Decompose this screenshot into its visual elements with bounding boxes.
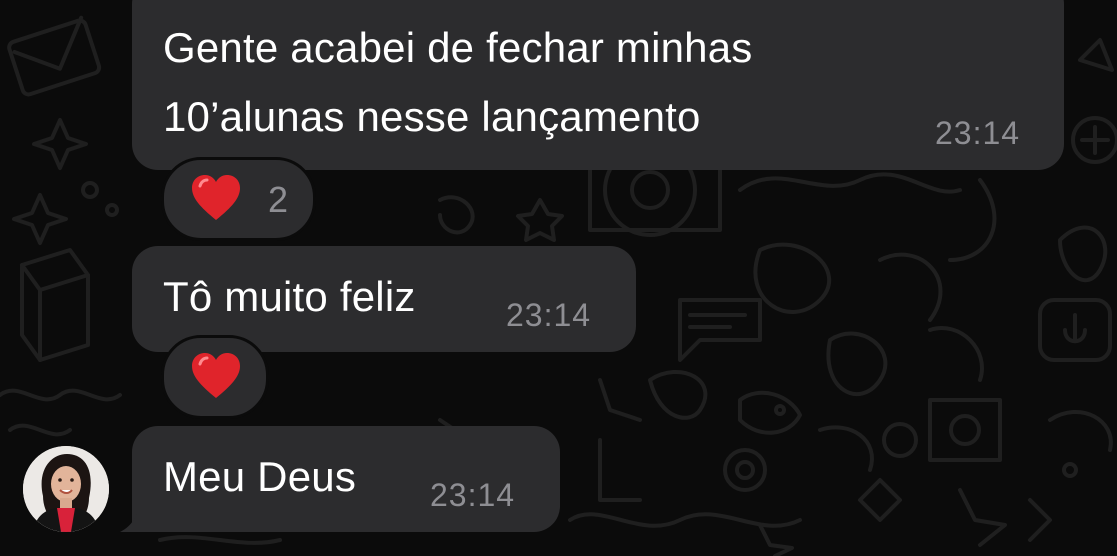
message-timestamp: 23:14 <box>506 297 592 333</box>
bubble-tail <box>120 500 154 532</box>
reaction-badge[interactable] <box>161 335 269 419</box>
message-text-line-1: Gente acabei de fechar minhas <box>163 24 753 71</box>
message-timestamp: 23:14 <box>935 115 1021 151</box>
message-text: Meu Deus <box>163 453 357 500</box>
message-text: Tô muito feliz <box>163 273 416 320</box>
heart-icon <box>192 353 240 398</box>
avatar[interactable] <box>23 446 109 532</box>
reaction-count: 2 <box>268 179 289 220</box>
heart-icon <box>192 175 240 220</box>
message-timestamp: 23:14 <box>430 477 516 513</box>
message-bubble-1[interactable]: ●●●● ●● ●●●●● ●●● Gente acabei de fechar… <box>132 0 1064 170</box>
message-text-line-2: 10’alunas nesse lançamento <box>163 93 701 140</box>
message-bubble-3[interactable]: Meu Deus 23:14 <box>132 426 560 532</box>
reaction-badge[interactable]: 2 <box>161 157 316 241</box>
avatar-photo <box>23 446 109 532</box>
